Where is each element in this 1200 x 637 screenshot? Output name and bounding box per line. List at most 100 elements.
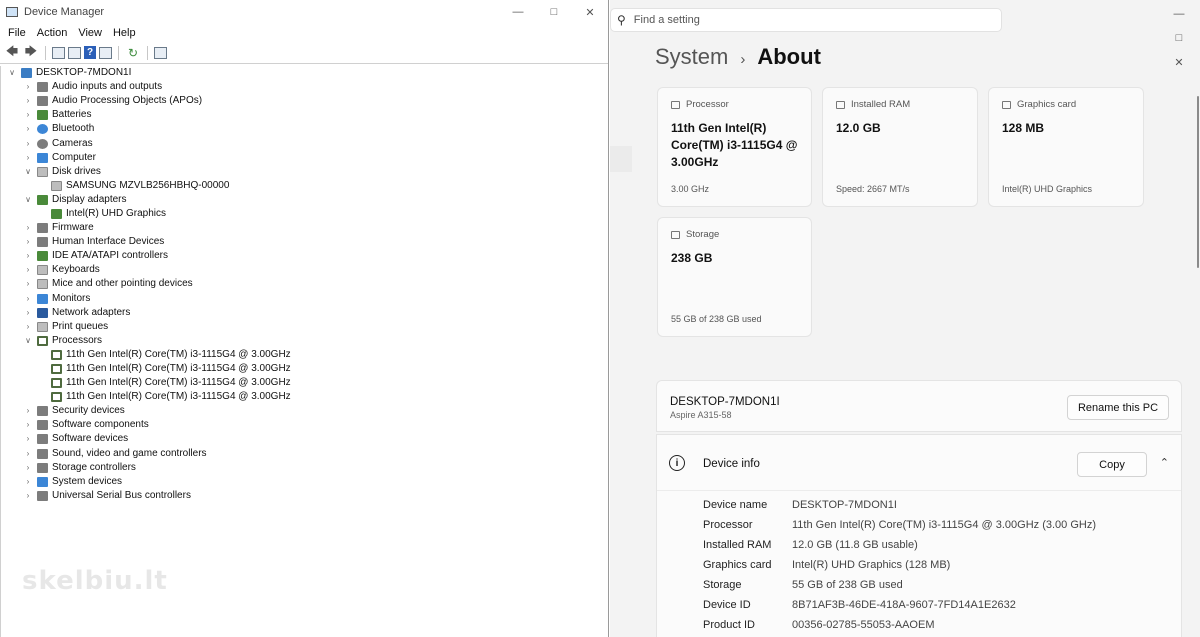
tree-category[interactable]: › Human Interface Devices [1, 235, 608, 249]
copy-button[interactable]: Copy [1077, 452, 1147, 477]
expand-chevron-icon[interactable]: › [23, 306, 33, 320]
device-info-header[interactable]: i Device info Copy ⌃ [657, 435, 1181, 491]
breadcrumb-system[interactable]: System [655, 44, 728, 70]
help-icon[interactable]: ? [84, 46, 96, 59]
disk-icon [51, 180, 62, 191]
expand-chevron-icon[interactable]: › [23, 221, 33, 235]
device-info-value: 8B71AF3B-46DE-418A-9607-7FD14A1E2632 [792, 599, 1016, 611]
collapse-chevron-icon[interactable]: ∨ [23, 193, 33, 207]
menu-action[interactable]: Action [33, 27, 75, 39]
tree-category[interactable]: › Sound, video and game controllers [1, 447, 608, 461]
tree-category[interactable]: › Batteries [1, 108, 608, 122]
forward-arrow-icon[interactable]: 🡆 [23, 44, 39, 61]
tree-category[interactable]: › Cameras [1, 136, 608, 150]
expand-chevron-icon[interactable]: › [23, 94, 33, 108]
tree-device[interactable]: 11th Gen Intel(R) Core(TM) i3-1115G4 @ 3… [1, 362, 608, 376]
tree-category-label: Software devices [52, 433, 129, 445]
tree-category[interactable]: › System devices [1, 475, 608, 489]
expand-chevron-icon[interactable]: › [23, 235, 33, 249]
tree-category[interactable]: › Audio inputs and outputs [1, 80, 608, 94]
expand-chevron-icon[interactable]: › [23, 432, 33, 446]
scan-hardware-icon[interactable]: ↻ [125, 45, 141, 61]
menu-view[interactable]: View [74, 27, 109, 39]
menu-file[interactable]: File [4, 27, 33, 39]
expand-chevron-icon[interactable]: › [23, 263, 33, 277]
tree-device[interactable]: 11th Gen Intel(R) Core(TM) i3-1115G4 @ 3… [1, 348, 608, 362]
collapse-chevron-icon[interactable]: ∨ [7, 66, 17, 80]
tree-category[interactable]: › Security devices [1, 404, 608, 418]
minimize-icon[interactable]: — [1158, 2, 1200, 26]
tree-category[interactable]: › Software devices [1, 432, 608, 446]
tree-category[interactable]: › IDE ATA/ATAPI controllers [1, 249, 608, 263]
maximize-icon[interactable]: □ [1158, 26, 1200, 50]
window-title: Device Manager [24, 6, 105, 18]
expand-chevron-icon[interactable]: › [23, 404, 33, 418]
tree-category[interactable]: › Storage controllers [1, 461, 608, 475]
storage-card-label: Storage [671, 229, 719, 240]
expand-chevron-icon[interactable]: › [23, 475, 33, 489]
tree-category[interactable]: › Universal Serial Bus controllers [1, 489, 608, 503]
search-box[interactable]: ⚲ Find a setting [610, 8, 1002, 32]
processor-icon [37, 335, 48, 346]
tree-category[interactable]: › Print queues [1, 320, 608, 334]
tree-category-label: Human Interface Devices [52, 236, 165, 248]
expand-chevron-icon[interactable]: › [23, 80, 33, 94]
expand-chevron-icon[interactable]: › [23, 249, 33, 263]
component-icon [37, 420, 48, 431]
properties-icon[interactable] [68, 46, 81, 59]
collapse-chevron-icon[interactable]: ∨ [23, 165, 33, 179]
device-info-key: Graphics card [703, 559, 772, 571]
scrollbar[interactable] [1197, 96, 1199, 268]
monitor-icon [37, 293, 48, 304]
tree-category-label: Print queues [52, 320, 109, 332]
tree-category[interactable]: › Firmware [1, 221, 608, 235]
tree-category[interactable]: › Bluetooth [1, 122, 608, 136]
close-icon[interactable]: ✕ [1158, 50, 1200, 74]
tree-category[interactable]: › Computer [1, 151, 608, 165]
tree-category[interactable]: ∨ Display adapters [1, 193, 608, 207]
tree-category[interactable]: ∨ Processors [1, 334, 608, 348]
expand-chevron-icon[interactable]: › [23, 447, 33, 461]
tree-category[interactable]: › Mice and other pointing devices [1, 277, 608, 291]
tree-category[interactable]: › Audio Processing Objects (APOs) [1, 94, 608, 108]
expand-chevron-icon[interactable]: › [23, 122, 33, 136]
rename-pc-button[interactable]: Rename this PC [1067, 395, 1169, 420]
tree-category[interactable]: › Monitors [1, 292, 608, 306]
expand-chevron-icon[interactable]: › [23, 108, 33, 122]
tree-device[interactable]: 11th Gen Intel(R) Core(TM) i3-1115G4 @ 3… [1, 376, 608, 390]
expand-chevron-icon[interactable]: › [23, 137, 33, 151]
expand-chevron-icon[interactable]: › [23, 151, 33, 165]
menu-help[interactable]: Help [109, 27, 143, 39]
tree-device[interactable]: 11th Gen Intel(R) Core(TM) i3-1115G4 @ 3… [1, 390, 608, 404]
maximize-icon[interactable]: □ [536, 0, 572, 24]
expand-chevron-icon[interactable]: › [23, 489, 33, 503]
collapse-chevron-icon[interactable]: ∨ [23, 334, 33, 348]
expand-chevron-icon[interactable]: › [23, 320, 33, 334]
chevron-up-icon[interactable]: ⌃ [1160, 456, 1169, 469]
tree-root[interactable]: ∨ DESKTOP-7MDON1I [1, 66, 608, 80]
tree-device[interactable]: Intel(R) UHD Graphics [1, 207, 608, 221]
speaker-icon [37, 448, 48, 459]
tree-category[interactable]: › Keyboards [1, 263, 608, 277]
expand-chevron-icon[interactable]: › [23, 292, 33, 306]
expand-chevron-icon[interactable]: › [23, 418, 33, 432]
show-hide-console-tree-icon[interactable] [52, 46, 65, 59]
monitor-icon[interactable] [154, 46, 167, 59]
pc-name-bar: DESKTOP-7MDON1I Aspire A315-58 Rename th… [656, 380, 1182, 432]
device-manager-titlebar: Device Manager — □ ✕ [0, 0, 608, 24]
expand-chevron-icon[interactable]: › [23, 461, 33, 475]
back-arrow-icon[interactable]: 🡄 [4, 44, 20, 61]
tree-category-label: Bluetooth [52, 123, 95, 135]
tree-category[interactable]: › Network adapters [1, 306, 608, 320]
toolbar-separator [147, 45, 148, 60]
ram-card: Installed RAM 12.0 GB Speed: 2667 MT/s [822, 87, 978, 207]
search-icon: ⚲ [617, 13, 626, 27]
tree-category[interactable]: ∨ Disk drives [1, 165, 608, 179]
expand-chevron-icon[interactable]: › [23, 277, 33, 291]
tree-device[interactable]: SAMSUNG MZVLB256HBHQ-00000 [1, 179, 608, 193]
tree-category[interactable]: › Software components [1, 418, 608, 432]
close-icon[interactable]: ✕ [572, 0, 608, 24]
action-pane-icon[interactable] [99, 46, 112, 59]
search-input[interactable]: Find a setting [634, 14, 700, 26]
minimize-icon[interactable]: — [500, 0, 536, 24]
